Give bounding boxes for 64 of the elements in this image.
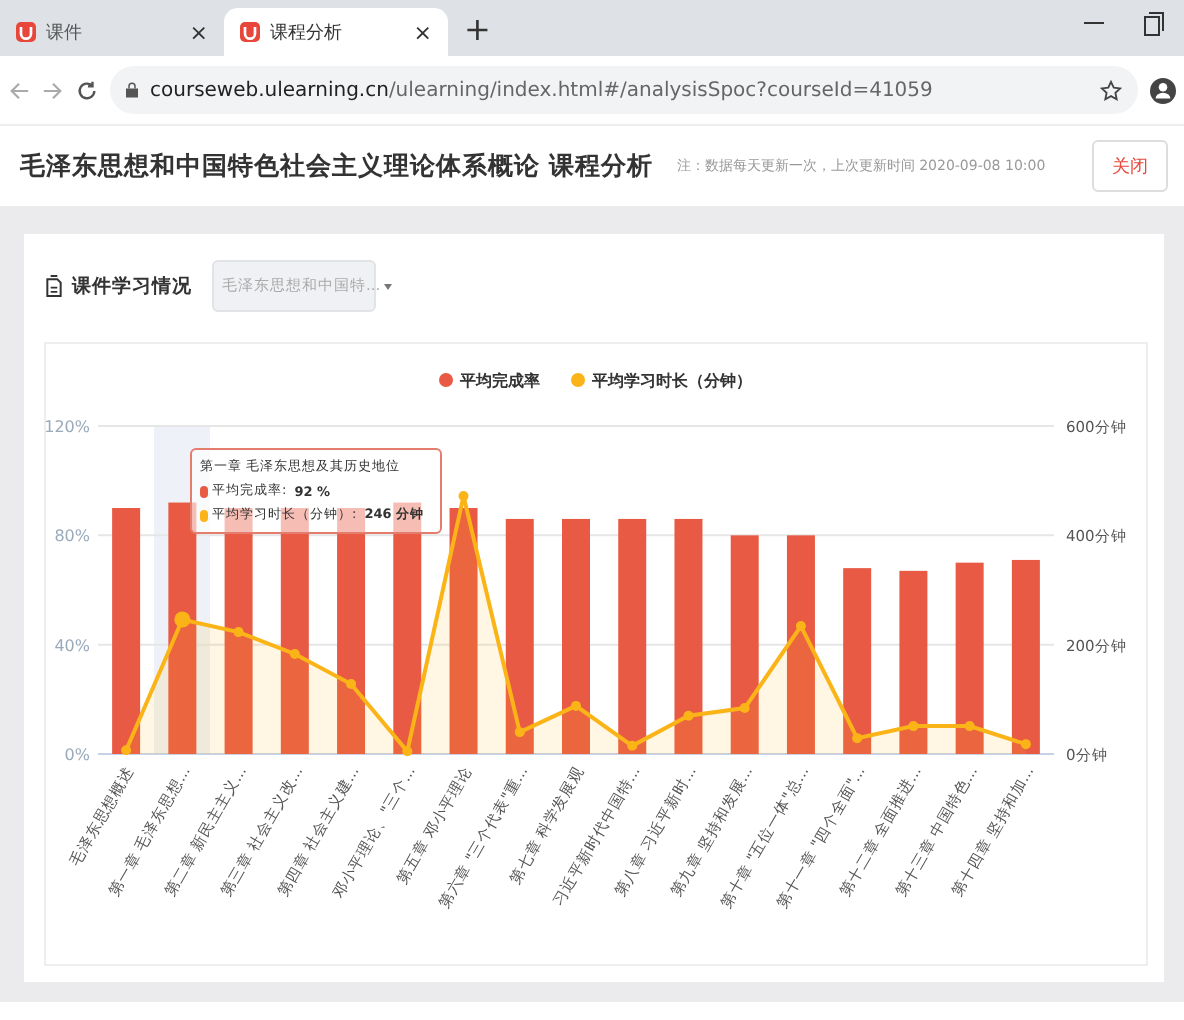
- bar[interactable]: [674, 518, 703, 754]
- legend-label: 平均学习时长（分钟）: [592, 372, 752, 390]
- bar[interactable]: [618, 518, 647, 754]
- data-point[interactable]: [346, 679, 357, 690]
- lock-icon: [126, 82, 138, 98]
- close-button[interactable]: 关闭: [1092, 140, 1168, 192]
- new-tab-button[interactable]: +: [448, 10, 507, 56]
- bar[interactable]: [449, 508, 478, 754]
- data-point[interactable]: [571, 700, 581, 711]
- back-icon[interactable]: [8, 79, 30, 101]
- data-point[interactable]: [964, 721, 975, 732]
- caret-icon: [384, 283, 393, 289]
- reload-icon[interactable]: [76, 79, 98, 101]
- axis-label: 80%: [54, 527, 90, 546]
- data-point[interactable]: [458, 490, 469, 501]
- data-point[interactable]: [402, 746, 413, 757]
- address-bar[interactable]: courseweb.ulearning.cn/ulearning/index.html#/analysisSpoc?courseId=41059: [110, 66, 1138, 114]
- browser-tab[interactable]: 课程分析 ×: [224, 8, 448, 56]
- bar[interactable]: [337, 508, 366, 754]
- data-point[interactable]: [739, 703, 750, 714]
- bar[interactable]: [112, 508, 141, 754]
- bar[interactable]: [899, 570, 928, 754]
- data-point[interactable]: [514, 727, 525, 738]
- bar[interactable]: [224, 508, 253, 754]
- axis-label: 40%: [54, 636, 90, 655]
- bar[interactable]: [843, 568, 872, 754]
- bar[interactable]: [393, 502, 422, 754]
- url-text: courseweb.ulearning.cn/ulearning/index.html#/analysisSpoc?courseId=41059: [150, 79, 935, 101]
- data-point[interactable]: [121, 745, 132, 756]
- bar[interactable]: [280, 508, 309, 754]
- bar[interactable]: [955, 562, 984, 754]
- bar[interactable]: [505, 518, 534, 754]
- courseware-icon: [44, 274, 64, 298]
- data-point[interactable]: [908, 721, 919, 732]
- data-point[interactable]: [795, 621, 806, 632]
- data-point[interactable]: [289, 648, 300, 659]
- bar[interactable]: [168, 502, 197, 754]
- legend-label: 平均完成率: [460, 372, 540, 390]
- data-point[interactable]: [683, 710, 694, 721]
- tab-title: 课件: [46, 21, 84, 45]
- close-icon[interactable]: ×: [189, 19, 208, 45]
- data-point[interactable]: [852, 733, 863, 744]
- close-icon[interactable]: ×: [413, 19, 432, 45]
- browser-tab[interactable]: 课件 ×: [0, 8, 224, 56]
- bar[interactable]: [730, 535, 759, 754]
- star-icon[interactable]: [1100, 79, 1122, 101]
- axis-label: 120%: [46, 418, 90, 436]
- bar[interactable]: [786, 535, 815, 754]
- data-point[interactable]: [233, 627, 244, 638]
- data-point[interactable]: [1020, 739, 1031, 750]
- logo-icon: [240, 22, 260, 42]
- axis-label: 0%: [64, 746, 90, 764]
- forward-icon[interactable]: [42, 79, 64, 101]
- section-title: 课件学习情况: [72, 273, 192, 299]
- data-point[interactable]: [627, 740, 638, 751]
- bar[interactable]: [562, 518, 590, 754]
- tab-title: 课程分析: [270, 21, 344, 45]
- logo-icon: [16, 22, 36, 42]
- bar[interactable]: [1011, 559, 1040, 754]
- profile-icon[interactable]: [1150, 77, 1176, 103]
- page-title: 毛泽东思想和中国特色社会主义理论体系概论 课程分析: [20, 149, 653, 183]
- minimize-icon[interactable]: [1084, 22, 1104, 26]
- restore-icon[interactable]: [1144, 12, 1164, 36]
- data-point[interactable]: [174, 611, 191, 628]
